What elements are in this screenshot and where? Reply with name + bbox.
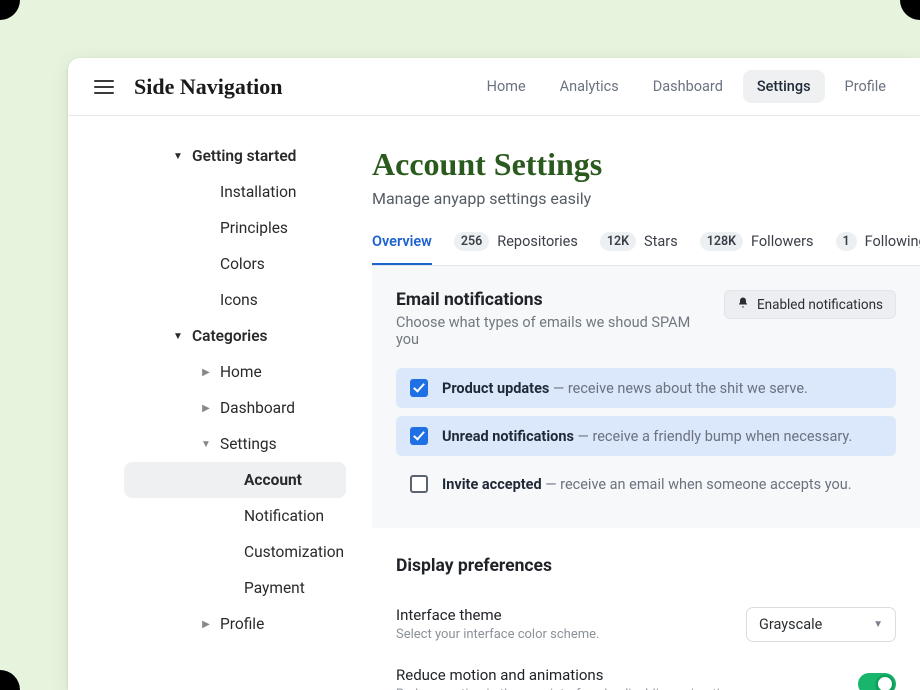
- theme-sub: Select your interface color scheme.: [396, 627, 599, 642]
- checkbox[interactable]: [410, 379, 428, 397]
- tab-following[interactable]: 1 Following: [836, 232, 920, 265]
- option-desc: — receive news about the shit we serve.: [549, 380, 808, 397]
- enabled-chip[interactable]: Enabled notifications: [724, 290, 896, 319]
- theme-label: Interface theme: [396, 606, 599, 624]
- tab-stars[interactable]: 12K Stars: [600, 232, 678, 265]
- hamburger-icon[interactable]: [94, 80, 114, 94]
- sidebar-item-customization[interactable]: Customization: [124, 534, 346, 570]
- motion-label: Reduce motion and animations: [396, 666, 745, 684]
- display-section: Display preferences Interface theme Sele…: [372, 528, 920, 690]
- sidebar-item-home[interactable]: ▶Home: [124, 354, 346, 390]
- sidebar-group-getting-started[interactable]: ▼Getting started: [124, 138, 346, 174]
- email-subtitle: Choose what types of emails we shoud SPA…: [396, 314, 708, 348]
- option-label: Invite accepted: [442, 476, 542, 493]
- sidebar-item-account[interactable]: Account: [124, 462, 346, 498]
- sidebar-item-principles[interactable]: Principles: [124, 210, 346, 246]
- sidebar: ▼Getting startedInstallationPrinciplesCo…: [68, 116, 372, 690]
- checkbox[interactable]: [410, 427, 428, 445]
- pref-theme: Interface theme Select your interface co…: [396, 594, 896, 654]
- option-desc: — receive a friendly bump when necessary…: [574, 428, 852, 445]
- option-label: Product updates: [442, 380, 549, 397]
- chevron-down-icon: ▼: [164, 151, 192, 162]
- option-label: Unread notifications: [442, 428, 574, 445]
- page-title: Account Settings: [372, 146, 920, 183]
- chevron-right-icon: ▶: [192, 403, 220, 414]
- tab-count: 256: [454, 232, 489, 251]
- chevron-right-icon: ▶: [192, 367, 220, 378]
- theme-value: Grayscale: [759, 616, 822, 633]
- theme-select[interactable]: Grayscale ▼: [746, 607, 896, 642]
- motion-toggle[interactable]: [858, 673, 896, 690]
- tab-repositories[interactable]: 256 Repositories: [454, 232, 578, 265]
- chevron-right-icon: ▶: [192, 619, 220, 630]
- email-option-invite-accepted[interactable]: Invite accepted — receive an email when …: [396, 464, 896, 504]
- sidebar-item-dashboard[interactable]: ▶Dashboard: [124, 390, 346, 426]
- checkbox[interactable]: [410, 475, 428, 493]
- tab-count: 12K: [600, 232, 636, 251]
- bell-icon: [737, 296, 749, 313]
- tab-count: 1: [836, 232, 857, 251]
- email-option-unread-notifications[interactable]: Unread notifications — receive a friendl…: [396, 416, 896, 456]
- topnav-settings[interactable]: Settings: [743, 70, 825, 103]
- topbar: Side Navigation HomeAnalyticsDashboardSe…: [68, 58, 920, 116]
- email-title: Email notifications: [396, 290, 708, 310]
- email-panel: Email notifications Choose what types of…: [372, 266, 920, 528]
- tab-label: Stars: [644, 233, 678, 250]
- page-subtitle: Manage anyapp settings easily: [372, 189, 920, 208]
- top-nav: HomeAnalyticsDashboardSettingsProfile: [473, 70, 900, 103]
- sidebar-item-profile[interactable]: ▶Profile: [124, 606, 346, 642]
- pref-motion: Reduce motion and animations Reduce moti…: [396, 654, 896, 690]
- sidebar-item-notification[interactable]: Notification: [124, 498, 346, 534]
- chevron-down-icon: ▼: [164, 331, 192, 342]
- chevron-down-icon: ▼: [192, 439, 220, 450]
- chevron-down-icon: ▼: [873, 619, 883, 630]
- tab-followers[interactable]: 128K Followers: [700, 232, 814, 265]
- option-desc: — receive an email when someone accepts …: [542, 476, 852, 493]
- enabled-chip-label: Enabled notifications: [757, 297, 883, 313]
- topnav-home[interactable]: Home: [473, 70, 540, 103]
- tab-label: Overview: [372, 233, 432, 250]
- brand-title: Side Navigation: [134, 74, 283, 100]
- sidebar-item-settings[interactable]: ▼Settings: [124, 426, 346, 462]
- main-content: Account Settings Manage anyapp settings …: [372, 116, 920, 690]
- display-title: Display preferences: [396, 556, 896, 576]
- tab-overview[interactable]: Overview: [372, 232, 432, 265]
- app-window: Side Navigation HomeAnalyticsDashboardSe…: [68, 58, 920, 690]
- sidebar-item-colors[interactable]: Colors: [124, 246, 346, 282]
- tab-label: Repositories: [497, 233, 578, 250]
- topnav-dashboard[interactable]: Dashboard: [639, 70, 737, 103]
- tab-label: Followers: [751, 233, 813, 250]
- tab-count: 128K: [700, 232, 743, 251]
- topnav-profile[interactable]: Profile: [831, 70, 900, 103]
- sidebar-item-icons[interactable]: Icons: [124, 282, 346, 318]
- tab-label: Following: [865, 233, 920, 250]
- sidebar-item-payment[interactable]: Payment: [124, 570, 346, 606]
- sidebar-item-installation[interactable]: Installation: [124, 174, 346, 210]
- topnav-analytics[interactable]: Analytics: [546, 70, 633, 103]
- sidebar-group-categories[interactable]: ▼Categories: [124, 318, 346, 354]
- tabstrip: Overview 256 Repositories 12K Stars 128K Follo…: [372, 232, 920, 266]
- email-option-product-updates[interactable]: Product updates — receive news about the…: [396, 368, 896, 408]
